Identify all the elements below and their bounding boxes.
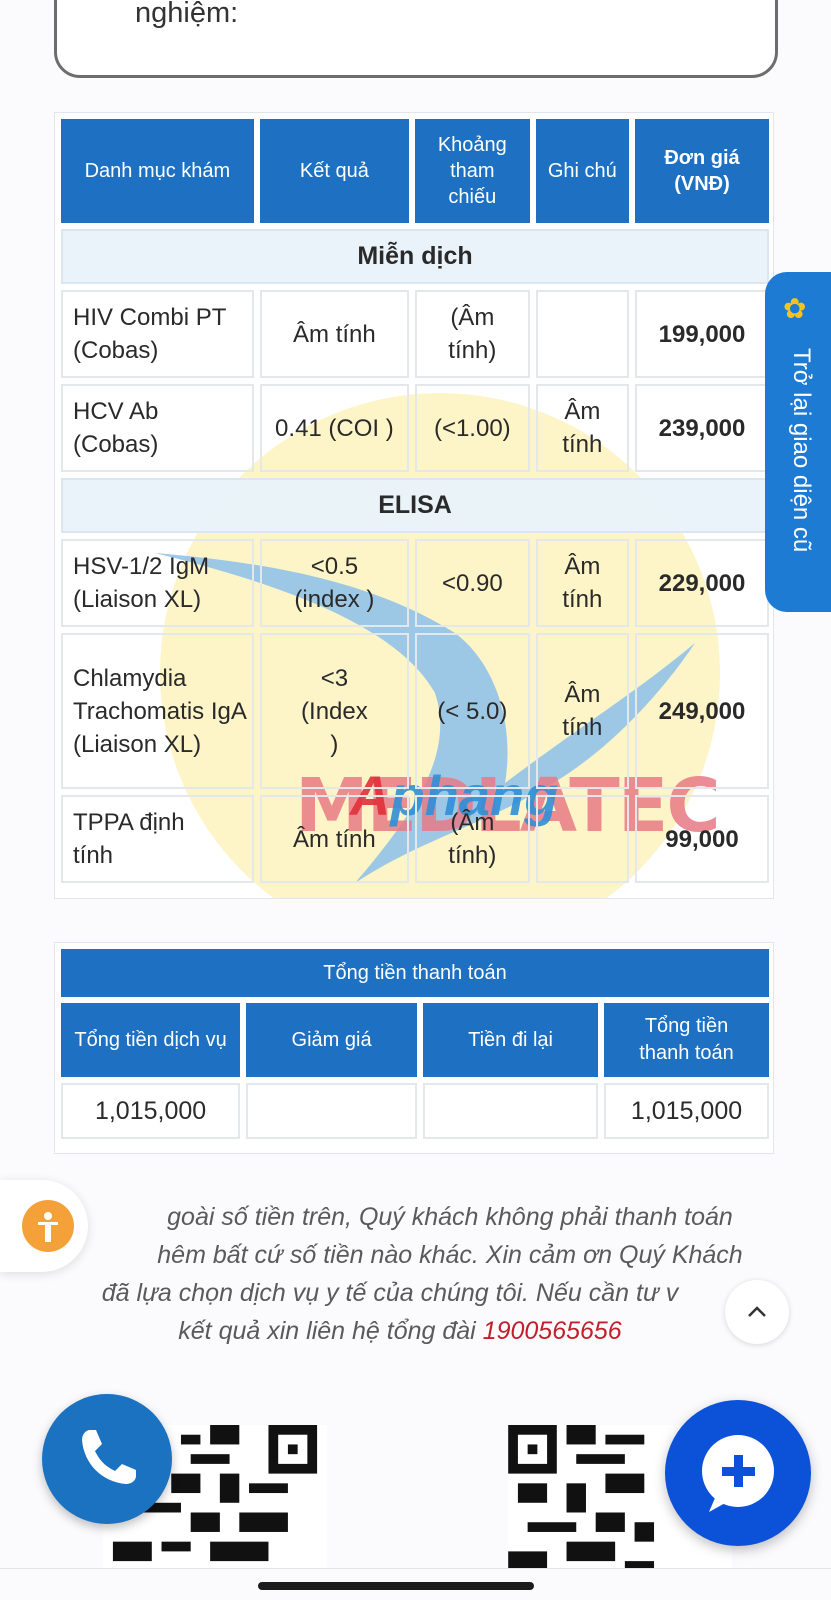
test-price: 99,000 (635, 795, 769, 883)
grand-total-value: 1,015,000 (604, 1083, 769, 1139)
section-title: ELISA (61, 478, 769, 533)
note-line: kết quả xin liên hệ tổng đài 1900565656 (40, 1312, 800, 1350)
totals-table: Tổng tiền thanh toán Tổng tiền dịch vụ G… (55, 943, 775, 1145)
header-price: Đơn giá (VNĐ) (635, 119, 769, 223)
totals-title: Tổng tiền thanh toán (61, 949, 769, 997)
test-name: HSV-1/2 IgM (Liaison XL) (61, 539, 254, 627)
test-price: 249,000 (635, 633, 769, 789)
top-card-text: nghiệm: (135, 0, 239, 29)
test-reference: (Âm tính) (414, 795, 530, 883)
test-name: Chlamydia Trachomatis IgA (Liaison XL) (61, 633, 254, 789)
chat-button[interactable] (665, 1400, 811, 1546)
home-indicator[interactable] (258, 1582, 534, 1590)
payment-note: goài số tiền trên, Quý khách không phải … (40, 1198, 800, 1350)
table-row: TPPA định tính Âm tính (Âm tính) 99,000 (61, 795, 769, 883)
header-discount: Giảm giá (246, 1003, 418, 1077)
hotline-link[interactable]: 1900565656 (483, 1317, 622, 1345)
test-result: <0.5 (index ) (259, 539, 409, 627)
table-row: HSV-1/2 IgM (Liaison XL) <0.5 (index ) <… (61, 539, 769, 627)
test-note: Âm tính (535, 633, 630, 789)
test-price: 239,000 (635, 384, 769, 472)
note-line: đã lựa chọn dịch vụ y tế của chúng tôi. … (101, 1279, 679, 1307)
test-reference: (< 5.0) (414, 633, 530, 789)
travel-fee-value (423, 1083, 599, 1139)
test-note: Âm tính (535, 384, 630, 472)
scroll-top-button[interactable] (725, 1280, 789, 1344)
discount-value (246, 1083, 418, 1139)
test-price: 199,000 (635, 290, 769, 378)
header-reference: Khoảng tham chiếu (414, 119, 530, 223)
chevron-up-icon (748, 1306, 766, 1317)
test-reference: <0.90 (414, 539, 530, 627)
call-button[interactable] (42, 1394, 172, 1524)
header-note: Ghi chú (535, 119, 630, 223)
note-text: kết quả xin liên hệ tổng đài (178, 1317, 476, 1345)
test-note (535, 795, 630, 883)
service-total-value: 1,015,000 (61, 1083, 241, 1139)
header-grand-total: Tổng tiền thanh toán (604, 1003, 769, 1077)
table-row: 1,015,000 1,015,000 (61, 1083, 769, 1139)
chat-plus-icon (702, 1435, 774, 1512)
test-name: HCV Ab (Cobas) (61, 384, 254, 472)
accessibility-button[interactable] (0, 1180, 88, 1272)
back-to-old-ui-tab[interactable]: ✿ Trở lại giao diện cũ (765, 272, 831, 612)
test-reference: (Âm tính) (414, 290, 530, 378)
note-line: goài số tiền trên, Quý khách không phải … (167, 1203, 733, 1231)
test-result: Âm tính (259, 290, 409, 378)
table-row: HIV Combi PT (Cobas) Âm tính (Âm tính) 1… (61, 290, 769, 378)
test-price: 229,000 (635, 539, 769, 627)
test-name: TPPA định tính (61, 795, 254, 883)
test-note (535, 290, 630, 378)
table-row: Chlamydia Trachomatis IgA (Liaison XL) <… (61, 633, 769, 789)
section-title: Miễn dịch (61, 229, 769, 284)
accessibility-icon (22, 1200, 74, 1252)
test-reference: (<1.00) (414, 384, 530, 472)
test-result: <3 (Index ) (259, 633, 409, 789)
top-card: nghiệm: (54, 0, 778, 78)
gear-icon: ✿ (783, 293, 807, 324)
results-panel: MEDLATEC Aphang Danh mục khám Kết quả Kh… (54, 112, 774, 899)
note-line: hêm bất cứ số tiền nào khác. Xin cảm ơn … (157, 1241, 743, 1269)
header-service-total: Tổng tiền dịch vụ (61, 1003, 241, 1077)
header-travel-fee: Tiền đi lại (423, 1003, 599, 1077)
test-name: HIV Combi PT (Cobas) (61, 290, 254, 378)
totals-panel: Tổng tiền thanh toán Tổng tiền dịch vụ G… (54, 942, 774, 1154)
test-result: 0.41 (COI ) (259, 384, 409, 472)
results-table: Danh mục khám Kết quả Khoảng tham chiếu … (55, 113, 773, 889)
phone-icon (82, 1430, 136, 1484)
test-note: Âm tính (535, 539, 630, 627)
side-tab-label: Trở lại giao diện cũ (788, 348, 815, 553)
table-row: HCV Ab (Cobas) 0.41 (COI ) (<1.00) Âm tí… (61, 384, 769, 472)
test-result: Âm tính (259, 795, 409, 883)
header-result: Kết quả (259, 119, 409, 223)
header-category: Danh mục khám (61, 119, 254, 223)
